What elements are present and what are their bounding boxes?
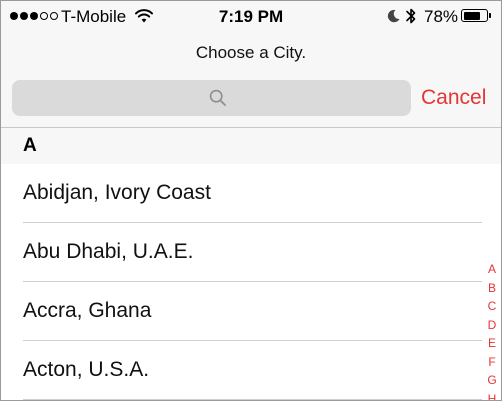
section-header-letter: A bbox=[23, 135, 37, 156]
section-header: A bbox=[1, 128, 501, 164]
index-letter-b[interactable]: B bbox=[488, 279, 496, 298]
row-divider bbox=[23, 399, 482, 400]
list-item[interactable]: Abidjan, Ivory Coast bbox=[1, 164, 501, 223]
city-name: Abu Dhabi, U.A.E. bbox=[23, 240, 194, 263]
list-item[interactable]: Acton, U.S.A. bbox=[1, 341, 501, 400]
city-list: Abidjan, Ivory Coast Abu Dhabi, U.A.E. A… bbox=[1, 164, 501, 400]
index-letter-c[interactable]: C bbox=[488, 297, 497, 316]
index-letter-e[interactable]: E bbox=[488, 334, 496, 353]
battery-nub bbox=[489, 13, 491, 18]
search-input[interactable] bbox=[12, 80, 411, 116]
bluetooth-icon bbox=[405, 6, 417, 26]
battery-percentage: 78% bbox=[424, 7, 459, 26]
city-name: Abidjan, Ivory Coast bbox=[23, 181, 211, 204]
index-letter-d[interactable]: D bbox=[488, 316, 497, 335]
cancel-button[interactable]: Cancel bbox=[421, 86, 486, 110]
navigation-header: T-Mobile 7:19 PM 78% Choose a City. Canc… bbox=[1, 1, 501, 128]
status-bar: T-Mobile 7:19 PM 78% bbox=[1, 1, 501, 33]
index-letter-g[interactable]: G bbox=[487, 371, 496, 390]
index-letter-h[interactable]: H bbox=[488, 390, 497, 401]
screen: T-Mobile 7:19 PM 78% Choose a City. Canc… bbox=[0, 0, 502, 401]
moon-icon bbox=[385, 8, 401, 24]
list-item[interactable]: Abu Dhabi, U.A.E. bbox=[1, 223, 501, 282]
city-name: Acton, U.S.A. bbox=[23, 358, 150, 381]
index-letter-a[interactable]: A bbox=[488, 260, 496, 279]
section-index[interactable]: A B C D E F G H bbox=[485, 260, 499, 401]
search-icon bbox=[209, 89, 227, 107]
index-letter-f[interactable]: F bbox=[488, 353, 495, 372]
list-item[interactable]: Accra, Ghana bbox=[1, 282, 501, 341]
battery-icon bbox=[461, 9, 488, 22]
page-title: Choose a City. bbox=[195, 43, 307, 62]
battery-level-fill bbox=[463, 11, 480, 20]
city-name: Accra, Ghana bbox=[23, 299, 152, 322]
